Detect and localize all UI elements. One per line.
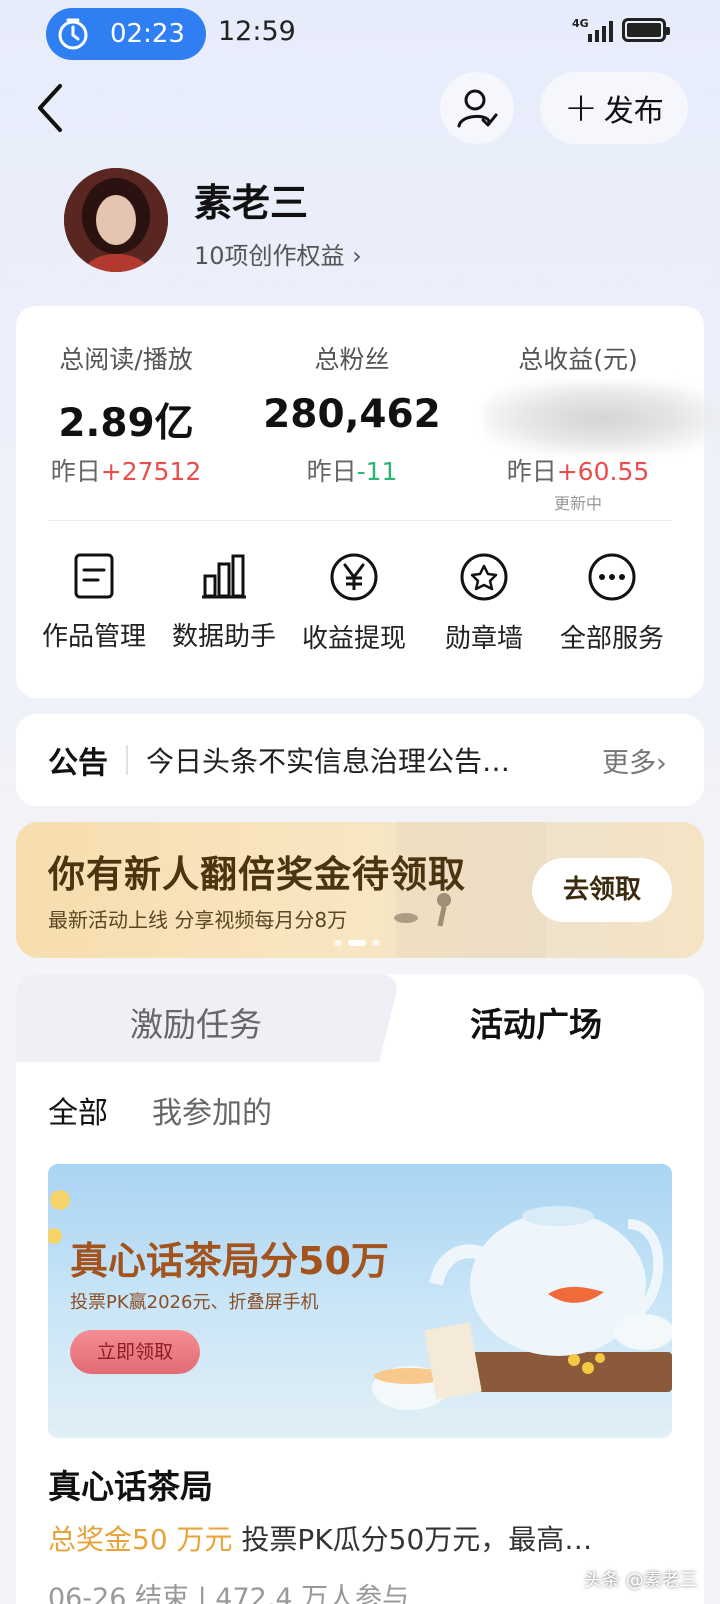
filter-all[interactable]: 全部 bbox=[48, 1088, 108, 1132]
avatar[interactable] bbox=[64, 168, 168, 272]
tool-label: 数据助手 bbox=[171, 622, 276, 652]
claim-button[interactable]: 去领取 bbox=[532, 858, 672, 922]
tool-data-assistant[interactable]: 数据助手 bbox=[158, 552, 290, 653]
announcement-more-link[interactable]: 更多› bbox=[602, 741, 667, 780]
stat-delta: 昨日+27512 bbox=[50, 457, 202, 486]
avatar-image bbox=[64, 168, 168, 272]
tool-all-services[interactable]: 全部服务 bbox=[546, 552, 678, 655]
announcement-tag: 公告 bbox=[48, 746, 108, 781]
filter-joined[interactable]: 我参加的 bbox=[152, 1088, 272, 1132]
battery-icon bbox=[622, 18, 670, 42]
promo-banner[interactable]: 你有新人翻倍奖金待领取 最新活动上线 分享视频每月分8万 去领取 bbox=[16, 822, 704, 958]
activity-banner-title: 真心话茶局分50万 bbox=[70, 1239, 389, 1283]
activity-description: 总奖金50 万元 投票PK瓜分50万元，最高… bbox=[48, 1523, 593, 1556]
divider bbox=[48, 520, 672, 521]
announcement-bar[interactable]: 公告 今日头条不实信息治理公告… 更多› bbox=[16, 714, 704, 806]
user-follow-button[interactable] bbox=[440, 72, 514, 144]
promo-title: 你有新人翻倍奖金待领取 bbox=[48, 853, 466, 896]
tool-label: 勋章墙 bbox=[444, 624, 523, 654]
tab-incentive-tasks[interactable]: 激励任务 bbox=[130, 998, 262, 1046]
stat-delta: 昨日+60.55 bbox=[506, 457, 650, 486]
tab-activity-square[interactable]: 活动广场 bbox=[470, 998, 602, 1046]
stat-note: 更新中 bbox=[553, 494, 602, 513]
tool-label: 全部服务 bbox=[559, 624, 664, 654]
timer-icon bbox=[58, 18, 88, 50]
tool-medal-wall[interactable]: 勋章墙 bbox=[418, 552, 550, 655]
username: 素老三 bbox=[194, 181, 309, 225]
activity-prize: 总奖金50 万元 bbox=[48, 1523, 233, 1556]
activity-title[interactable]: 真心话茶局 bbox=[48, 1460, 213, 1508]
stat-label: 总收益(元) bbox=[518, 345, 638, 374]
tool-label: 收益提现 bbox=[301, 624, 406, 654]
medal-icon bbox=[460, 553, 508, 601]
divider bbox=[126, 745, 128, 775]
task-tabs-card: 激励任务 活动广场 全部 我参加的 真心话茶局分50万 投票PK赢2026元、折… bbox=[16, 974, 704, 1604]
signal-icon bbox=[588, 21, 613, 42]
creator-rights-link[interactable]: 10项创作权益 › bbox=[194, 236, 362, 271]
tool-content-management[interactable]: 作品管理 bbox=[28, 552, 160, 653]
tool-label: 作品管理 bbox=[41, 622, 146, 652]
yen-icon bbox=[330, 553, 378, 601]
stat-label: 总阅读/播放 bbox=[59, 345, 193, 374]
publish-label: 发布 bbox=[603, 94, 664, 129]
stat-value: 2.89亿 bbox=[58, 401, 194, 446]
stats-card: 总阅读/播放 2.89亿 昨日+27512 总粉丝 280,462 昨日-11 … bbox=[16, 306, 720, 698]
stat-delta: 昨日-11 bbox=[306, 457, 398, 486]
activity-banner[interactable]: 真心话茶局分50万 投票PK赢2026元、折叠屏手机 立即领取 bbox=[48, 1164, 672, 1438]
timer-text: 02:23 bbox=[110, 19, 185, 49]
promo-subtitle: 最新活动上线 分享视频每月分8万 bbox=[48, 908, 348, 932]
back-button[interactable] bbox=[30, 80, 74, 136]
bar-chart-icon bbox=[202, 554, 246, 599]
document-icon bbox=[74, 553, 114, 599]
more-icon bbox=[588, 553, 636, 601]
activity-meta: 06-26 结束 | 472.4 万人参与 bbox=[48, 1583, 410, 1604]
activity-banner-subtitle: 投票PK赢2026元、折叠屏手机 bbox=[70, 1292, 319, 1313]
watermark: 头条 @素老三 bbox=[584, 1570, 698, 1591]
redacted-earnings-blur bbox=[484, 382, 720, 454]
call-timer-pill[interactable]: 02:23 bbox=[46, 8, 206, 60]
stat-label: 总粉丝 bbox=[314, 345, 390, 374]
plus-icon: + bbox=[564, 85, 598, 131]
tool-earnings-withdraw[interactable]: 收益提现 bbox=[288, 552, 420, 655]
publish-button[interactable]: + 发布 bbox=[540, 72, 688, 144]
status-bar: 02:23 12:59 4G bbox=[0, 0, 720, 66]
carousel-dots bbox=[334, 940, 380, 946]
claim-now-button[interactable]: 立即领取 bbox=[70, 1330, 200, 1374]
stat-value: 280,462 bbox=[263, 392, 441, 437]
announcement-text[interactable]: 今日头条不实信息治理公告… bbox=[146, 740, 576, 780]
network-type: 4G bbox=[572, 17, 589, 30]
user-check-icon bbox=[457, 89, 498, 128]
clock: 12:59 bbox=[218, 16, 296, 47]
